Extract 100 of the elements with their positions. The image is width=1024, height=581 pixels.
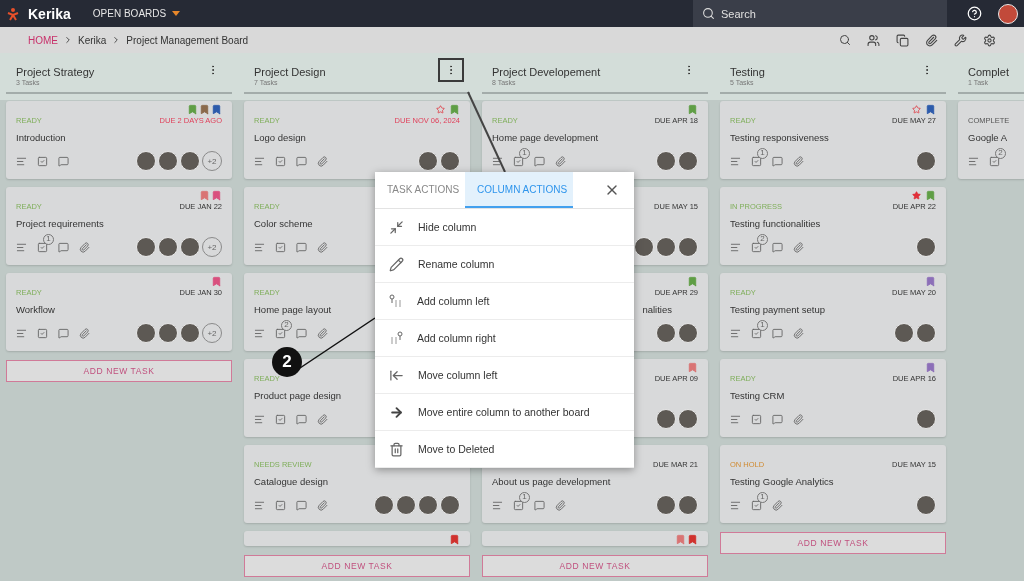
paperclip-icon[interactable]: [925, 33, 938, 47]
menu-item[interactable]: Add column right: [375, 320, 634, 357]
wrench-icon[interactable]: [954, 33, 967, 47]
paperclip-icon: [317, 155, 328, 167]
notes-icon: [16, 241, 27, 253]
avatar: [656, 151, 676, 171]
avatar: [656, 409, 676, 429]
checklist-icon: [37, 327, 48, 339]
notes-icon: [254, 327, 265, 339]
paperclip-icon: [555, 499, 566, 511]
checklist-icon: [275, 241, 286, 253]
help-icon[interactable]: [967, 6, 982, 21]
open-boards-menu[interactable]: OPEN BOARDS: [92, 8, 181, 19]
avatar: [656, 323, 676, 343]
task-title: Workflow: [16, 304, 55, 316]
task-title: Home page development: [492, 132, 599, 144]
checklist-icon: [37, 155, 48, 167]
search-field[interactable]: Search: [693, 0, 947, 27]
column-title: Testing: [730, 66, 765, 78]
add-column-left-icon: [389, 294, 403, 308]
task-title: Home page layout: [254, 304, 332, 316]
task-title: Testing Google Analytics: [730, 476, 834, 488]
search-icon: [702, 7, 715, 20]
chevron-right-icon: [63, 35, 73, 45]
breadcrumb-link[interactable]: HOME: [28, 34, 58, 46]
caret-icon: [172, 11, 181, 16]
avatar: [656, 495, 676, 515]
column-title: Project Strategy: [16, 66, 95, 78]
paperclip-icon: [317, 413, 328, 425]
task-title: Testing responsiveness: [730, 132, 829, 144]
avatar: [894, 323, 914, 343]
avatar: [678, 237, 698, 257]
paperclip-icon: [317, 499, 328, 511]
menu-item[interactable]: Rename column: [375, 246, 634, 283]
checklist-icon: [751, 155, 762, 167]
avatar: [136, 237, 156, 257]
avatar: [158, 237, 178, 257]
avatar: [678, 495, 698, 515]
paperclip-icon: [793, 155, 804, 167]
cards-icon[interactable]: [896, 33, 909, 47]
paperclip-icon: [793, 413, 804, 425]
task-title: Testing CRM: [730, 390, 785, 402]
column-title: Project Developement: [492, 66, 601, 78]
checklist-icon: [751, 241, 762, 253]
count-badge: 2: [757, 233, 768, 245]
paperclip-icon: [793, 327, 804, 339]
paperclip-icon: [555, 155, 566, 167]
avatar: [916, 151, 936, 171]
notes-icon: [730, 241, 741, 253]
avatar: [440, 151, 460, 171]
checklist-icon: [751, 327, 762, 339]
avatar: [916, 495, 936, 515]
chat-icon: [772, 327, 783, 339]
people-icon[interactable]: [867, 33, 880, 47]
chat-icon: [534, 499, 545, 511]
task-title: Color scheme: [254, 218, 313, 230]
menu-item[interactable]: Move column left: [375, 357, 634, 394]
checklist-icon: [751, 413, 762, 425]
count-badge: 2: [281, 319, 292, 331]
menu-item[interactable]: Hide column: [375, 209, 634, 246]
avatar: [158, 323, 178, 343]
checklist-icon: [37, 241, 48, 253]
chat-icon: [58, 241, 69, 253]
count-badge: 1: [757, 147, 768, 159]
avatar: [136, 323, 156, 343]
breadcrumb-link[interactable]: Project Management Board: [126, 34, 249, 46]
menu-item[interactable]: Move to Deleted: [375, 431, 634, 468]
avatar: [180, 323, 200, 343]
task-title: Product page design: [254, 390, 342, 402]
avatar: [656, 237, 676, 257]
search-icon[interactable]: [839, 34, 851, 46]
settings-icon[interactable]: [983, 33, 996, 47]
menu-item[interactable]: Move entire column to another board: [375, 394, 634, 431]
notes-icon: [730, 413, 741, 425]
notes-icon: [254, 413, 265, 425]
avatar: [678, 151, 698, 171]
paperclip-icon: [79, 327, 90, 339]
avatar: [418, 495, 438, 515]
user-avatar[interactable]: [998, 3, 1018, 24]
task-title: nalities: [642, 304, 672, 316]
task-title: Project requirements: [16, 218, 104, 230]
checklist-icon: [989, 155, 1000, 167]
trash-icon: [389, 441, 404, 457]
pencil-icon: [389, 256, 404, 272]
notes-icon: [492, 499, 503, 511]
notes-icon: [730, 499, 741, 511]
avatar: [916, 237, 936, 257]
chat-icon: [296, 499, 307, 511]
notes-icon: [16, 327, 27, 339]
chat-icon: [58, 327, 69, 339]
brand-name: Kerika: [28, 5, 71, 22]
count-badge: 1: [519, 491, 530, 503]
column-menu-button[interactable]: [438, 58, 464, 82]
count-badge: 2: [995, 147, 1006, 159]
task-title: Catalogue design: [254, 476, 328, 488]
chat-icon: [296, 327, 307, 339]
menu-item[interactable]: Add column left: [375, 283, 634, 320]
notes-icon: [16, 155, 27, 167]
avatar: [678, 409, 698, 429]
breadcrumb-link[interactable]: Kerika: [78, 34, 107, 46]
